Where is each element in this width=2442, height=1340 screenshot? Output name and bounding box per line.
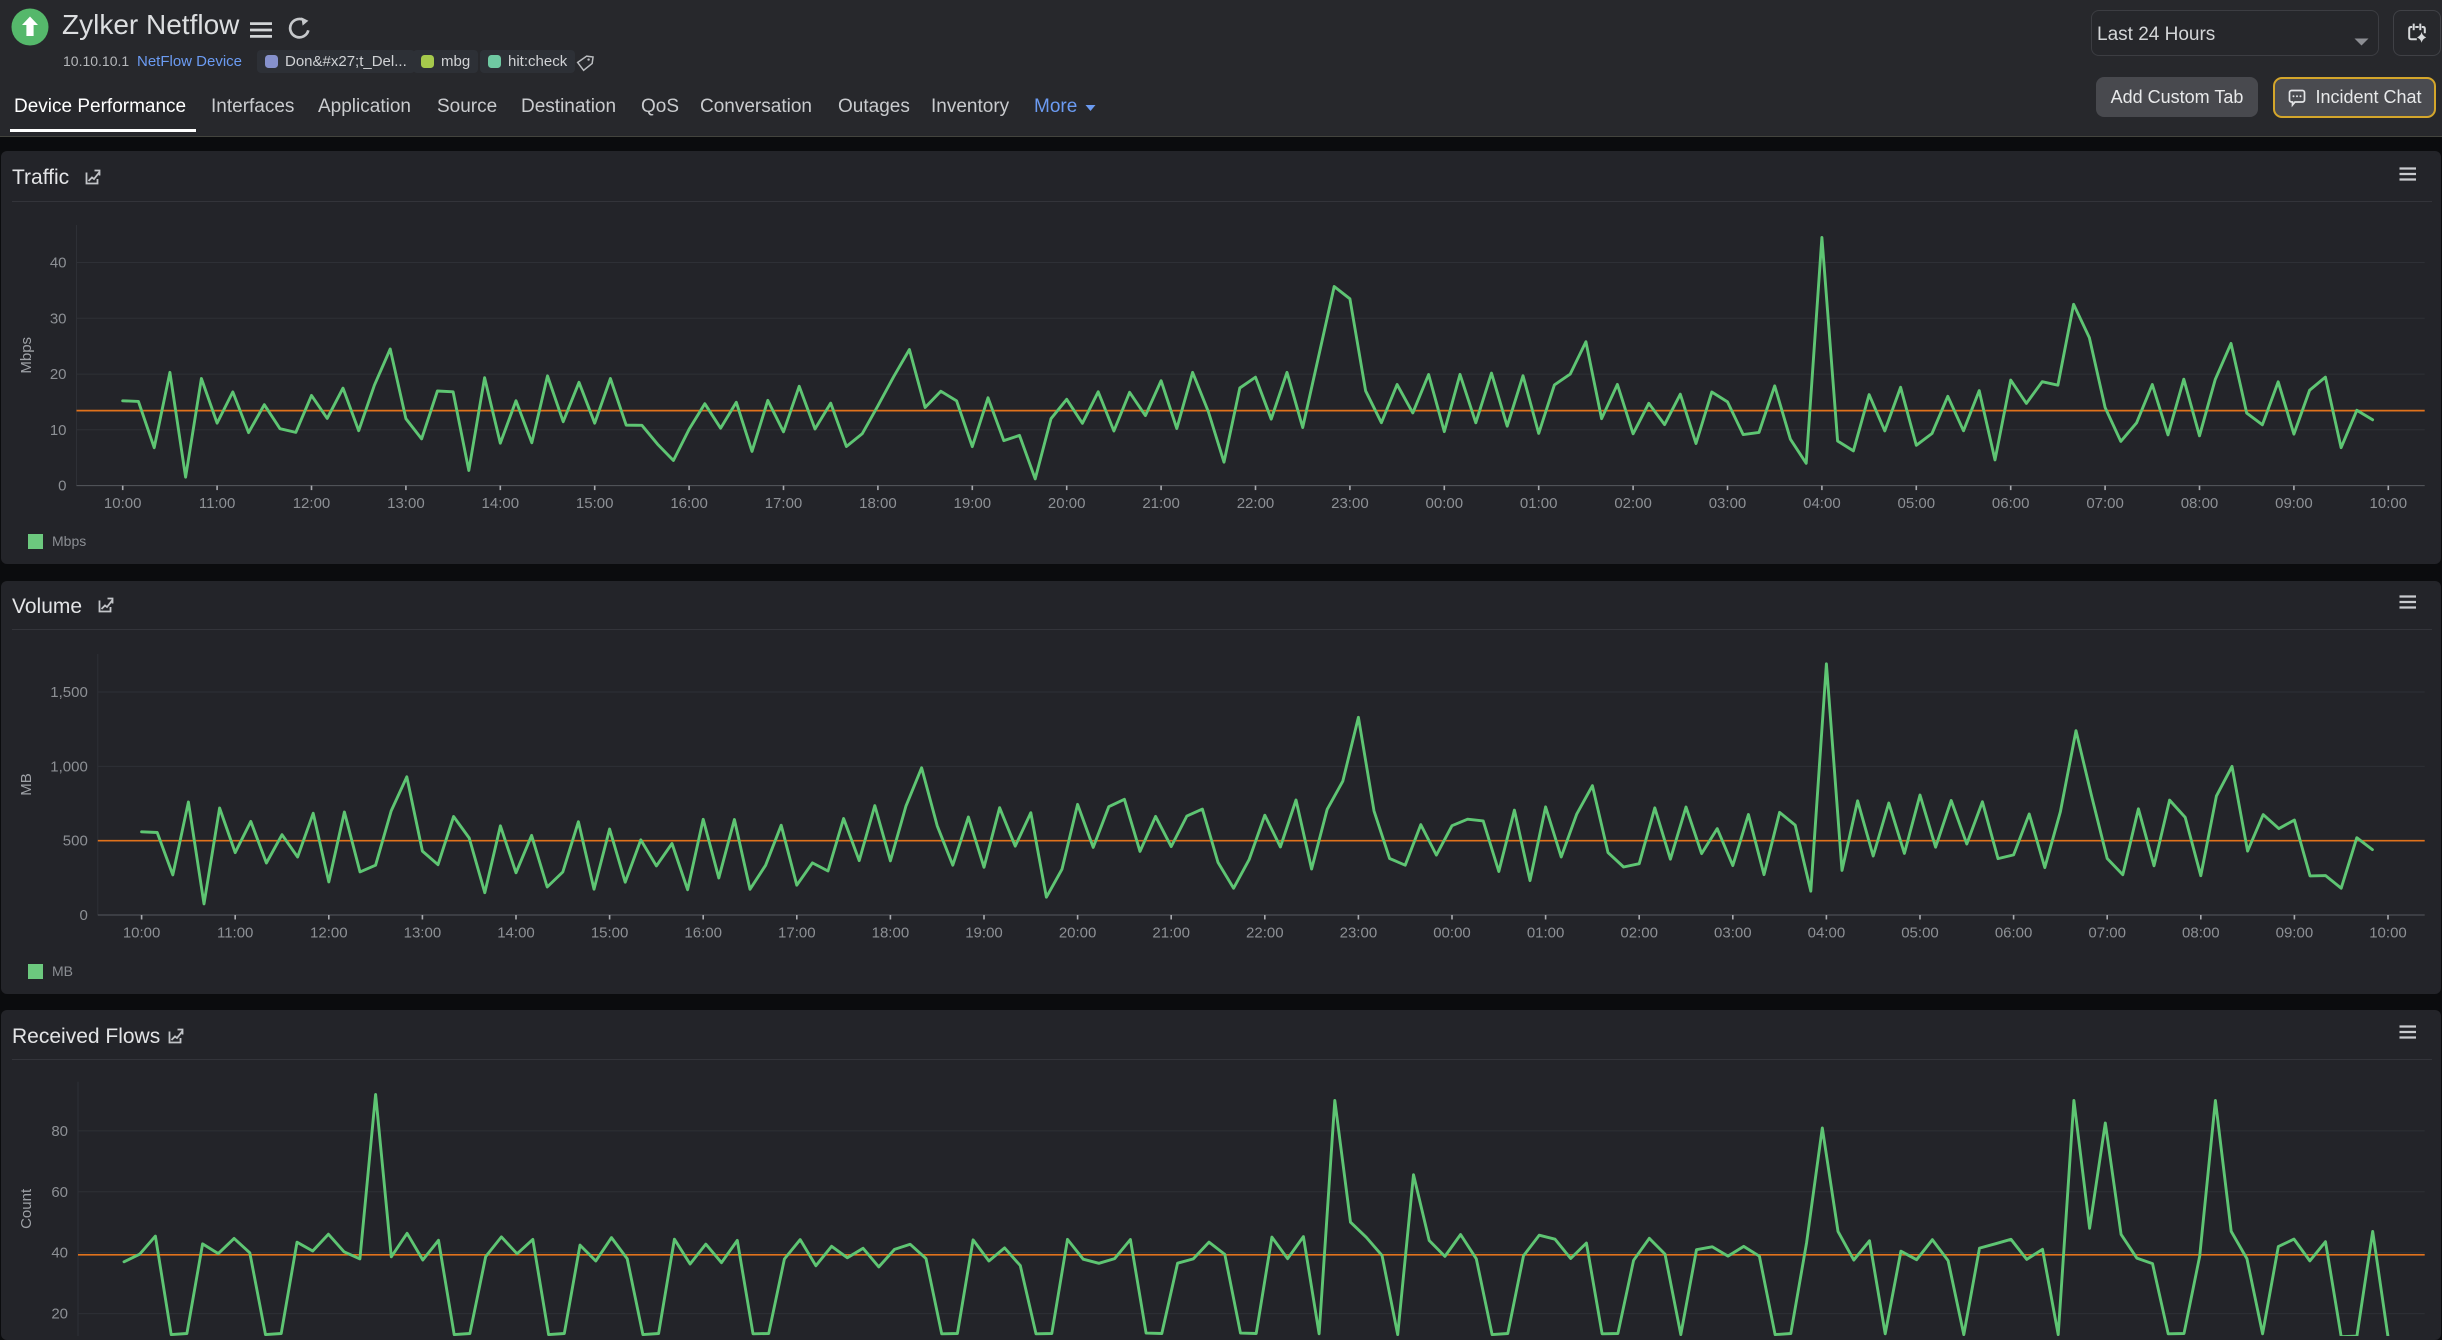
svg-text:Count: Count	[18, 1188, 35, 1229]
svg-text:1,500: 1,500	[50, 684, 88, 701]
svg-text:10: 10	[50, 422, 67, 439]
svg-text:02:00: 02:00	[1614, 495, 1652, 512]
svg-text:08:00: 08:00	[2181, 495, 2219, 512]
svg-text:80: 80	[51, 1123, 68, 1140]
svg-text:06:00: 06:00	[1992, 495, 2030, 512]
svg-text:15:00: 15:00	[591, 924, 629, 941]
svg-text:04:00: 04:00	[1808, 924, 1846, 941]
svg-text:22:00: 22:00	[1237, 495, 1275, 512]
svg-text:21:00: 21:00	[1142, 495, 1180, 512]
svg-text:23:00: 23:00	[1340, 924, 1378, 941]
svg-text:03:00: 03:00	[1709, 495, 1747, 512]
svg-text:00:00: 00:00	[1426, 495, 1464, 512]
svg-text:0: 0	[79, 907, 87, 924]
svg-text:40: 40	[50, 255, 67, 272]
svg-text:16:00: 16:00	[670, 495, 708, 512]
svg-text:18:00: 18:00	[872, 924, 910, 941]
svg-text:02:00: 02:00	[1620, 924, 1658, 941]
svg-text:00:00: 00:00	[1433, 924, 1471, 941]
svg-text:15:00: 15:00	[576, 495, 614, 512]
svg-text:20:00: 20:00	[1048, 495, 1086, 512]
svg-text:Mbps: Mbps	[18, 337, 35, 374]
svg-text:20: 20	[51, 1306, 68, 1323]
svg-text:09:00: 09:00	[2276, 924, 2314, 941]
svg-text:08:00: 08:00	[2182, 924, 2220, 941]
svg-text:14:00: 14:00	[497, 924, 535, 941]
svg-text:04:00: 04:00	[1803, 495, 1841, 512]
svg-text:07:00: 07:00	[2088, 924, 2126, 941]
svg-text:22:00: 22:00	[1246, 924, 1284, 941]
svg-text:01:00: 01:00	[1520, 495, 1558, 512]
svg-text:20: 20	[50, 366, 67, 383]
svg-text:13:00: 13:00	[387, 495, 425, 512]
svg-text:19:00: 19:00	[954, 495, 992, 512]
svg-text:11:00: 11:00	[199, 495, 235, 512]
svg-text:10:00: 10:00	[2370, 495, 2408, 512]
svg-text:17:00: 17:00	[765, 495, 803, 512]
svg-text:10:00: 10:00	[2369, 924, 2407, 941]
svg-text:30: 30	[50, 310, 67, 327]
svg-text:03:00: 03:00	[1714, 924, 1752, 941]
svg-text:18:00: 18:00	[859, 495, 897, 512]
svg-text:09:00: 09:00	[2275, 495, 2313, 512]
svg-text:40: 40	[51, 1245, 68, 1262]
svg-text:12:00: 12:00	[310, 924, 348, 941]
svg-text:10:00: 10:00	[123, 924, 161, 941]
svg-text:500: 500	[63, 832, 88, 849]
svg-text:19:00: 19:00	[965, 924, 1003, 941]
svg-text:13:00: 13:00	[404, 924, 442, 941]
svg-text:12:00: 12:00	[293, 495, 331, 512]
svg-text:14:00: 14:00	[482, 495, 520, 512]
svg-text:20:00: 20:00	[1059, 924, 1097, 941]
svg-text:07:00: 07:00	[2086, 495, 2124, 512]
svg-text:21:00: 21:00	[1152, 924, 1190, 941]
svg-text:11:00: 11:00	[217, 924, 253, 941]
svg-text:06:00: 06:00	[1995, 924, 2033, 941]
svg-text:23:00: 23:00	[1331, 495, 1369, 512]
svg-text:17:00: 17:00	[778, 924, 816, 941]
svg-text:60: 60	[51, 1184, 68, 1201]
svg-text:1,000: 1,000	[50, 758, 88, 775]
svg-text:05:00: 05:00	[1898, 495, 1936, 512]
svg-text:0: 0	[58, 478, 66, 495]
svg-text:05:00: 05:00	[1901, 924, 1939, 941]
svg-text:16:00: 16:00	[684, 924, 722, 941]
svg-text:01:00: 01:00	[1527, 924, 1565, 941]
svg-text:10:00: 10:00	[104, 495, 142, 512]
svg-text:MB: MB	[18, 773, 35, 796]
